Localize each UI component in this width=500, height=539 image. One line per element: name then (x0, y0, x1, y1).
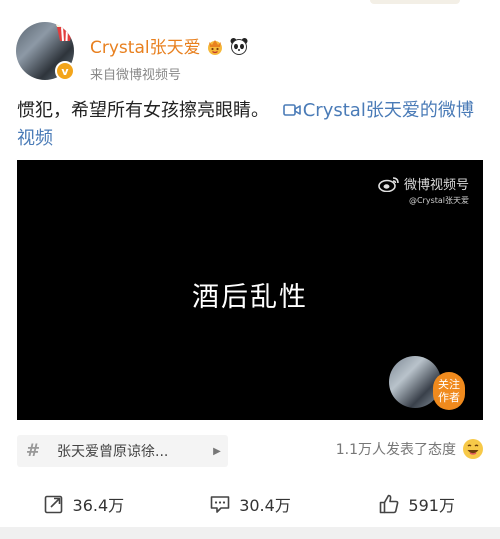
author-avatar[interactable]: v (16, 22, 75, 81)
comment-button[interactable]: 30.4万 (167, 488, 334, 520)
repost-icon (44, 495, 62, 514)
like-button[interactable]: 591万 (333, 488, 500, 520)
hashtag-icon: # (25, 441, 41, 461)
video-watermark: 微博视频号 @Crystal张天爱 (378, 174, 469, 206)
topic-label: 张天爱曾原谅徐... (57, 444, 169, 460)
thumbs-up-icon (380, 494, 399, 514)
follow-author-button[interactable]: 关注作者 (433, 372, 465, 410)
watermark-brand: 微博视频号 (403, 178, 469, 193)
action-bar: 36.4万 30.4万 591万 (0, 488, 500, 520)
video-caption: 酒后乱性 (192, 282, 308, 313)
reaction-count-text: 1.1万人发表了态度 (335, 442, 456, 458)
play-arrow-icon: ▶ (213, 445, 221, 457)
video-player[interactable]: 微博视频号 @Crystal张天爱 酒后乱性 关注作者 (17, 160, 483, 420)
comment-icon (210, 496, 230, 513)
topic-chip[interactable]: # 张天爱曾原谅徐... ▶ (17, 435, 228, 467)
weibo-logo-icon (378, 176, 399, 192)
popcorn-icon (56, 22, 74, 42)
author-row: Crystal张天爱 (90, 33, 249, 58)
post-source: 来自微博视频号 (90, 68, 182, 83)
crown-icon[interactable] (205, 36, 225, 56)
post-body: 惯犯，希望所有女孩擦亮眼睛。 Crystal张天爱的微博视频 (17, 97, 487, 153)
like-count: 591万 (408, 496, 455, 515)
weibo-post-card: v Crystal张天爱 来自微博视频号 惯犯，希望所有女孩擦亮眼睛。 Crys… (0, 0, 500, 539)
video-camera-icon[interactable] (282, 103, 301, 117)
watermark-handle: @Crystal张天爱 (408, 196, 469, 205)
laughing-face-icon (463, 439, 483, 459)
repost-button[interactable]: 36.4万 (0, 488, 167, 520)
comment-count: 30.4万 (239, 496, 291, 515)
verified-badge: v (55, 61, 75, 81)
author-name[interactable]: Crystal张天爱 (90, 33, 201, 58)
panda-icon[interactable] (229, 36, 249, 56)
post-text: 惯犯，希望所有女孩擦亮眼睛。 (17, 100, 269, 121)
feed-separator (0, 527, 500, 539)
repost-count: 36.4万 (72, 496, 125, 515)
reaction-summary[interactable]: 1.1万人发表了态度 (336, 438, 484, 460)
